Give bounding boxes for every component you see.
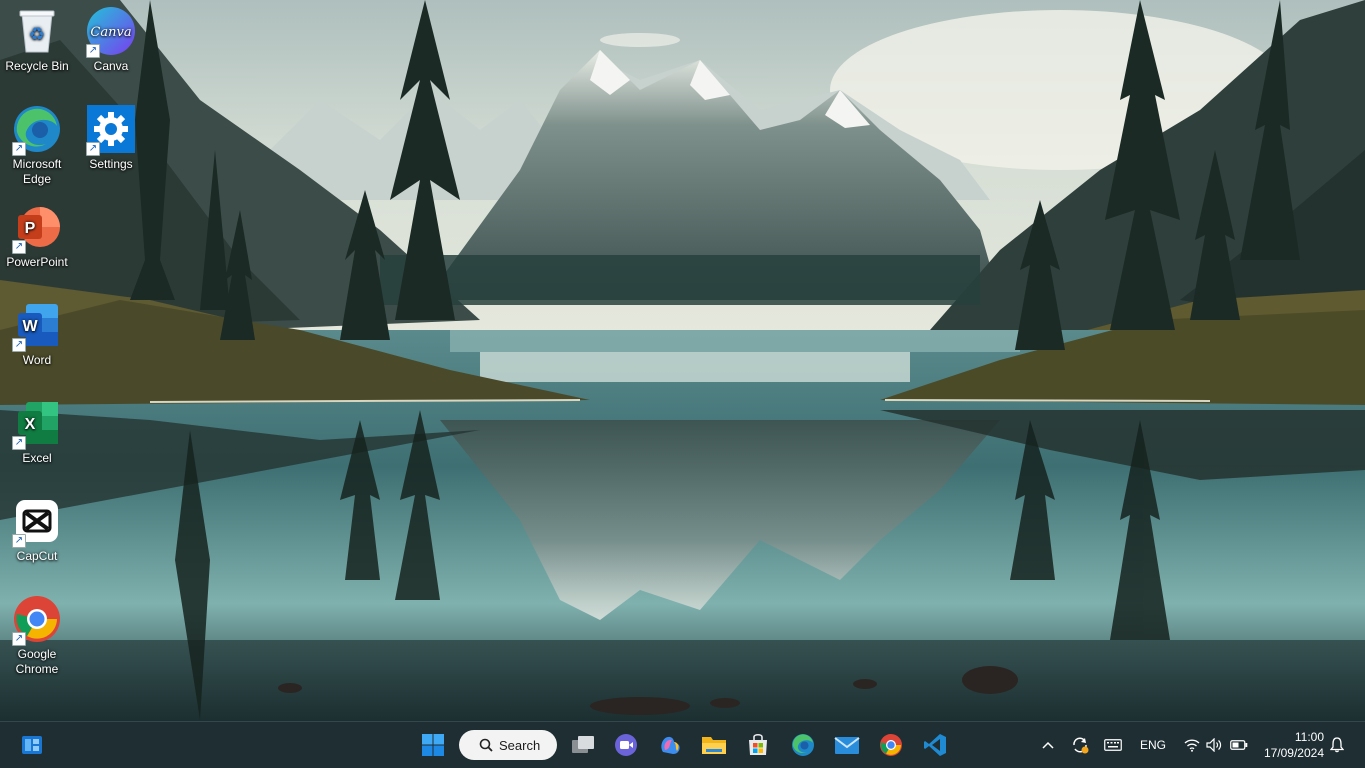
powerpoint-logo-text: P [25,220,36,237]
shortcut-arrow-icon: ↗ [12,534,26,548]
bell-icon [1330,737,1344,753]
chrome-icon [880,734,902,756]
task-view-button[interactable] [568,730,598,760]
desktop-icon-capcut[interactable]: ↗ CapCut [0,496,74,564]
touch-keyboard-button[interactable] [1102,739,1124,751]
gear-icon: ↗ [86,104,136,156]
desktop-icon-powerpoint[interactable]: P ↗ PowerPoint [0,202,74,270]
vscode-button[interactable] [920,730,950,760]
word-logo-text: W [22,318,38,335]
mail-icon [834,737,860,754]
sync-status-button[interactable] [1070,736,1090,754]
battery-icon [1230,740,1248,750]
shortcut-arrow-icon: ↗ [86,142,100,156]
shortcut-arrow-icon: ↗ [12,338,26,352]
desktop-icon-label: Word [22,353,52,367]
network-button[interactable] [1184,738,1200,752]
desktop-icon-label: Canva [93,59,129,73]
desktop-icon-edge[interactable]: ↗ Microsoft Edge [0,104,74,187]
desktop-icon-label: Microsoft Edge [12,157,62,186]
desktop-icon-label: CapCut [16,549,58,563]
shortcut-arrow-icon: ↗ [12,436,26,450]
desktop-icon-chrome[interactable]: ↗ Google Chrome [0,594,74,677]
search-label: Search [499,737,541,753]
shortcut-arrow-icon: ↗ [86,44,100,58]
taskbar: Search ENG 11:00 17/09/2024 [0,721,1365,768]
shortcut-arrow-icon: ↗ [12,142,26,156]
taskbar-clock[interactable]: 11:00 17/09/2024 [1264,729,1324,761]
svg-text:♻: ♻ [29,24,45,45]
desktop-icon-label: Google Chrome [15,647,59,676]
desktop-icon-label: Settings [89,157,133,171]
meet-icon [615,734,637,756]
chrome-taskbar-button[interactable] [876,730,906,760]
task-view-icon [572,736,594,753]
word-icon: W ↗ [12,300,62,352]
store-button[interactable] [743,730,773,760]
clock-date: 17/09/2024 [1263,746,1324,760]
chevron-up-icon [1042,741,1054,749]
capcut-icon: ↗ [12,496,62,548]
widgets-button[interactable] [17,730,47,760]
desktop-icon-word[interactable]: W ↗ Word [0,300,74,368]
file-explorer-icon [702,737,726,754]
wifi-icon [1184,739,1200,752]
system-tray: ENG [1038,722,1248,768]
edge-icon [792,734,814,756]
clock-time: 11:00 [1294,730,1324,744]
shortcut-arrow-icon: ↗ [12,240,26,254]
store-icon [749,733,767,755]
canva-logo-text: Canva [90,25,131,40]
desktop-icon-label: Recycle Bin [5,59,69,73]
desktop-icon-settings[interactable]: ↗ Settings [74,104,148,172]
excel-logo-text: X [25,416,36,433]
speaker-icon [1206,738,1222,752]
start-button[interactable] [418,730,448,760]
excel-icon: X ↗ [12,398,62,450]
chrome-icon: ↗ [12,594,62,646]
widgets-icon [22,736,42,754]
language-indicator[interactable]: ENG [1140,738,1166,752]
meet-button[interactable] [611,730,641,760]
show-hidden-icons-button[interactable] [1038,741,1058,749]
edge-icon: ↗ [12,104,62,156]
notifications-button[interactable] [1325,730,1349,760]
desktop-icon-label: Excel [22,451,52,465]
canva-icon: Canva ↗ [86,6,136,58]
desktop-icon-recycle-bin[interactable]: ♻ Recycle Bin [0,6,74,74]
sync-icon [1073,737,1089,754]
battery-button[interactable] [1230,739,1248,751]
keyboard-icon [1104,739,1122,751]
desktop-icon-label: PowerPoint [6,255,68,269]
file-explorer-button[interactable] [699,730,729,760]
search-icon [479,738,493,752]
powerpoint-icon: P ↗ [12,202,62,254]
copilot-button[interactable] [655,730,685,760]
recycle-bin-icon: ♻ [12,6,62,56]
taskbar-search-box[interactable]: Search [459,730,557,760]
start-icon [422,734,444,756]
desktop-icon-canva[interactable]: Canva ↗ Canva [74,6,148,74]
edge-taskbar-button[interactable] [788,730,818,760]
vscode-icon [924,734,946,756]
desktop-icon-excel[interactable]: X ↗ Excel [0,398,74,466]
mail-button[interactable] [832,730,862,760]
copilot-icon [661,736,680,754]
shortcut-arrow-icon: ↗ [12,632,26,646]
desktop-wallpaper [0,0,1365,721]
volume-button[interactable] [1206,738,1224,752]
